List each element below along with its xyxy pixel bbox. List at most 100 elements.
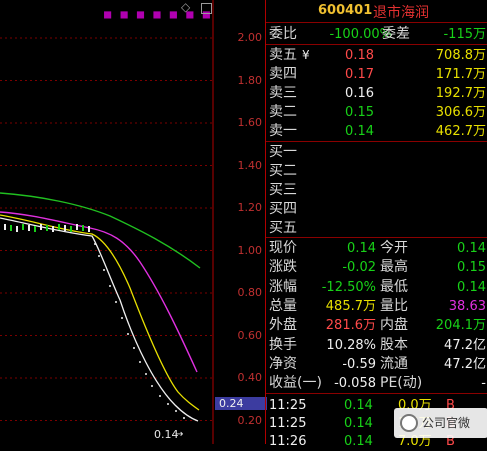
candle-mark <box>10 225 12 231</box>
price-dot <box>121 317 123 319</box>
stat-value: 0.14 <box>347 241 376 256</box>
candle-mark <box>16 226 18 232</box>
buy-level-label: 买一 <box>269 144 297 160</box>
price-dot <box>94 243 96 245</box>
stat-label: 今开 <box>380 240 408 256</box>
diamond-icon[interactable]: ◇ <box>181 0 190 14</box>
price-dot <box>183 417 185 419</box>
candle-mark <box>82 225 84 231</box>
price-dot <box>167 403 169 405</box>
candle-mark <box>64 225 66 231</box>
tick-time: 11:25 <box>269 398 307 413</box>
stat-value: 47.2亿 <box>444 356 486 372</box>
price-dot <box>115 301 117 303</box>
price-axis-label: 1.20 <box>237 201 263 214</box>
candle-mark <box>52 226 54 232</box>
stat-label: 股本 <box>380 336 408 353</box>
stock-code[interactable]: 600401 <box>318 3 372 18</box>
weibi-label: 委比 <box>269 26 297 42</box>
stat-label: 涨幅 <box>269 278 297 295</box>
stat-row: 净资 -0.59 流通 47.2亿 <box>266 355 487 374</box>
buy-level-label: 买五 <box>269 220 297 236</box>
stat-label: 最高 <box>380 259 408 276</box>
sell-volume: 171.7万 <box>435 67 486 82</box>
sell-volume: 462.7万 <box>435 124 486 139</box>
stat-label: 量比 <box>380 297 408 314</box>
stat-value: 47.2亿 <box>444 337 486 353</box>
tick-price: 0.14 <box>344 434 373 449</box>
current-price-tag: 0.24 <box>215 397 267 410</box>
indicator-dots: ■ ■ ■ ■ ■ ■ ■ <box>104 7 211 21</box>
price-dot <box>151 385 153 387</box>
divider <box>266 393 487 394</box>
sell-price: 0.14 <box>345 124 374 139</box>
buy-row[interactable]: 买二 <box>266 162 487 181</box>
watermark-text: 公司官微 <box>422 416 471 430</box>
sell-row[interactable]: 卖二 0.15 306.6万 <box>266 103 487 122</box>
stat-row: 收益(一) -0.058 PE(动) - <box>266 374 487 393</box>
stat-value: 0.15 <box>457 260 486 276</box>
sell-price: 0.17 <box>345 67 374 82</box>
price-dot <box>98 255 100 257</box>
price-axis-label: 2.00 <box>237 31 263 44</box>
stat-value: 281.6万 <box>325 318 376 334</box>
sell-level-label: 卖一 <box>269 123 297 139</box>
stat-row: 总量 485.7万 量比 38.63 <box>266 297 487 316</box>
stat-label: 涨跌 <box>269 259 297 276</box>
sell-row[interactable]: 卖一 0.14 462.7万 <box>266 122 487 141</box>
price-dot <box>145 373 147 375</box>
quote-header: 600401 退市海润 <box>266 0 487 22</box>
price-chart-area[interactable]: ■ ■ ■ ■ ■ ■ ■ ◇ 2.00 1.80 1.60 1.40 1.20 1.00… <box>0 0 267 444</box>
price-dot <box>159 395 161 397</box>
candle-mark <box>46 225 48 231</box>
stat-label: 总量 <box>269 297 297 314</box>
stock-name[interactable]: 退市海润 <box>373 2 429 22</box>
window-box-icon[interactable] <box>201 3 212 14</box>
sell-row[interactable]: 卖五 ¥0.18 708.8万 <box>266 46 487 65</box>
stat-label: 最低 <box>380 278 408 295</box>
stat-label: 净资 <box>269 355 297 372</box>
stat-value: -0.058 <box>334 376 376 392</box>
price-axis-label: 0.40 <box>237 371 263 384</box>
stat-row: 换手 10.28% 股本 47.2亿 <box>266 336 487 355</box>
sell-row[interactable]: 卖四 0.17 171.7万 <box>266 65 487 84</box>
candle-mark <box>70 226 72 232</box>
price-axis-label: 1.80 <box>237 73 263 87</box>
sell-row[interactable]: 卖三 0.16 192.7万 <box>266 84 487 103</box>
arrow-right-icon: → <box>175 429 184 440</box>
divider <box>266 237 487 238</box>
candle-mark <box>76 224 78 230</box>
sell-price: 0.18 <box>345 48 374 63</box>
divider <box>266 44 487 45</box>
buy-row[interactable]: 买四 <box>266 200 487 219</box>
stat-value: -0.02 <box>342 260 376 276</box>
stat-row: 涨跌 -0.02 最高 0.15 <box>266 258 487 277</box>
stat-value: -0.59 <box>342 356 376 372</box>
sell-volume: 306.6万 <box>435 105 486 120</box>
tick-time: 11:26 <box>269 434 307 449</box>
buy-row[interactable]: 买三 <box>266 181 487 200</box>
stat-value: - <box>481 376 486 392</box>
buy-level-label: 买二 <box>269 163 297 179</box>
stat-value: 10.28% <box>326 337 376 353</box>
sell-price: 0.15 <box>345 105 374 120</box>
price-axis-label: 0.20 <box>237 413 263 427</box>
stat-label: PE(动) <box>380 375 423 392</box>
divider <box>266 141 487 142</box>
stat-value: -12.50% <box>321 279 376 295</box>
weicha-value: -115万 <box>443 27 486 42</box>
price-axis-label: 0.80 <box>237 286 263 299</box>
stat-value: 485.7万 <box>325 298 376 314</box>
price-dot <box>175 410 177 412</box>
stat-row: 现价 0.14 今开 0.14 <box>266 239 487 258</box>
sell-volume: 708.8万 <box>435 48 486 63</box>
price-dot <box>127 333 129 335</box>
price-dot <box>139 361 141 363</box>
weibi-row: 委比 -100.00% 委差 -115万 <box>266 25 487 44</box>
sell-level-label: 卖四 <box>269 66 297 82</box>
tick-time: 11:25 <box>269 416 307 431</box>
candle-mark <box>22 224 24 230</box>
buy-row[interactable]: 买五 <box>266 219 487 238</box>
price-dot <box>109 285 111 287</box>
buy-row[interactable]: 买一 <box>266 143 487 162</box>
